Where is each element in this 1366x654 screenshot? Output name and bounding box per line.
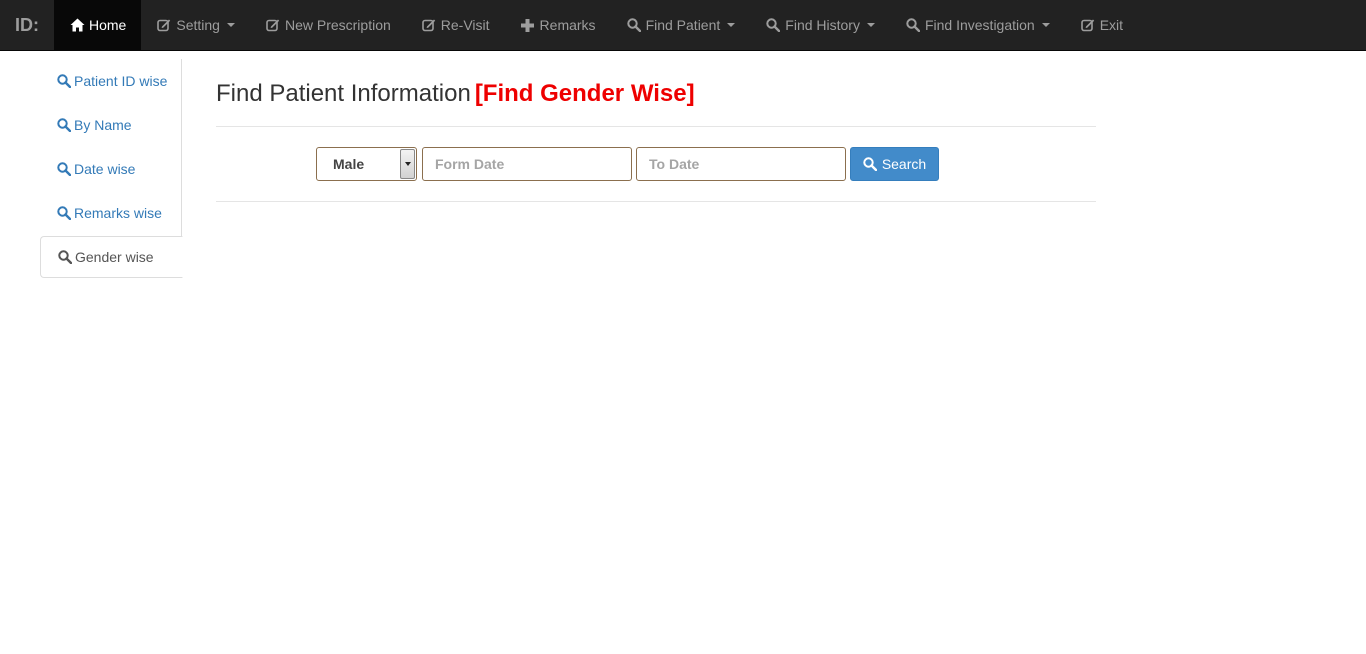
edit-icon <box>1080 17 1096 33</box>
search-icon <box>56 206 71 221</box>
nav-setting[interactable]: Setting <box>141 0 250 50</box>
search-form: Male Search <box>316 147 939 181</box>
search-icon <box>626 17 642 33</box>
nav-find-history[interactable]: Find History <box>750 0 890 50</box>
sidebar-item-label: Date wise <box>74 161 136 177</box>
sidebar-item-by-name[interactable]: By Name <box>40 103 181 147</box>
edit-icon <box>156 17 172 33</box>
page-title: Find Patient Information [Find Gender Wis… <box>216 79 1096 109</box>
gender-select-value: Male <box>333 156 365 172</box>
chevron-down-icon <box>866 23 875 27</box>
edit-icon <box>265 17 281 33</box>
from-date-input[interactable] <box>422 147 632 181</box>
gender-select[interactable]: Male <box>316 147 417 181</box>
edit-icon <box>421 17 437 33</box>
nav-find-investigation[interactable]: Find Investigation <box>890 0 1065 50</box>
nav-remarks-label: Remarks <box>539 17 596 33</box>
plus-icon <box>520 17 536 33</box>
chevron-down-icon <box>226 23 235 27</box>
nav-new-prescription[interactable]: New Prescription <box>250 0 406 50</box>
to-date-input[interactable] <box>636 147 846 181</box>
dropdown-arrow-icon[interactable] <box>400 149 415 179</box>
sidebar-item-label: Patient ID wise <box>74 73 168 89</box>
nav-find-history-label: Find History <box>785 17 860 33</box>
sidebar-item-label: By Name <box>74 117 132 133</box>
sidebar-item-date-wise[interactable]: Date wise <box>40 147 181 191</box>
page-title-text: Find Patient Information <box>216 80 471 107</box>
search-icon <box>56 118 71 133</box>
search-button[interactable]: Search <box>850 147 939 181</box>
nav-setting-label: Setting <box>176 17 220 33</box>
sidebar-nav: Patient ID wise By Name Date wise Remark… <box>40 59 183 278</box>
nav-home[interactable]: Home <box>54 0 142 50</box>
nav-re-visit[interactable]: Re-Visit <box>406 0 505 50</box>
sidebar-item-label: Remarks wise <box>74 205 162 221</box>
page-title-accent: [Find Gender Wise] <box>474 80 695 107</box>
sidebar-item-label: Gender wise <box>75 249 154 265</box>
search-icon <box>57 250 72 265</box>
divider <box>216 126 1096 127</box>
sidebar-item-gender-wise[interactable]: Gender wise <box>40 236 183 278</box>
nav-exit[interactable]: Exit <box>1065 0 1138 50</box>
top-navbar: ID: Home Setting New Prescription Re-Vis… <box>0 0 1366 51</box>
nav-re-visit-label: Re-Visit <box>440 17 490 33</box>
chevron-down-icon <box>1041 23 1050 27</box>
nav-remarks[interactable]: Remarks <box>505 0 611 50</box>
search-icon <box>905 17 921 33</box>
search-icon <box>765 17 781 33</box>
search-icon <box>56 162 71 177</box>
nav-exit-label: Exit <box>1099 17 1124 33</box>
home-icon <box>69 17 85 33</box>
search-icon <box>56 74 71 89</box>
brand-label: ID: <box>15 14 39 35</box>
sidebar-item-patient-id-wise[interactable]: Patient ID wise <box>40 59 181 103</box>
search-button-label: Search <box>881 156 927 172</box>
nav-new-prescription-label: New Prescription <box>284 17 391 33</box>
chevron-down-icon <box>727 23 736 27</box>
search-icon <box>863 157 878 172</box>
nav-home-label: Home <box>89 17 127 33</box>
nav-find-patient[interactable]: Find Patient <box>611 0 751 50</box>
divider <box>216 201 1096 202</box>
sidebar-item-remarks-wise[interactable]: Remarks wise <box>40 191 181 235</box>
nav-find-investigation-label: Find Investigation <box>924 17 1035 33</box>
main-content: Find Patient Information [Find Gender Wis… <box>216 59 1096 202</box>
nav-find-patient-label: Find Patient <box>645 17 721 33</box>
